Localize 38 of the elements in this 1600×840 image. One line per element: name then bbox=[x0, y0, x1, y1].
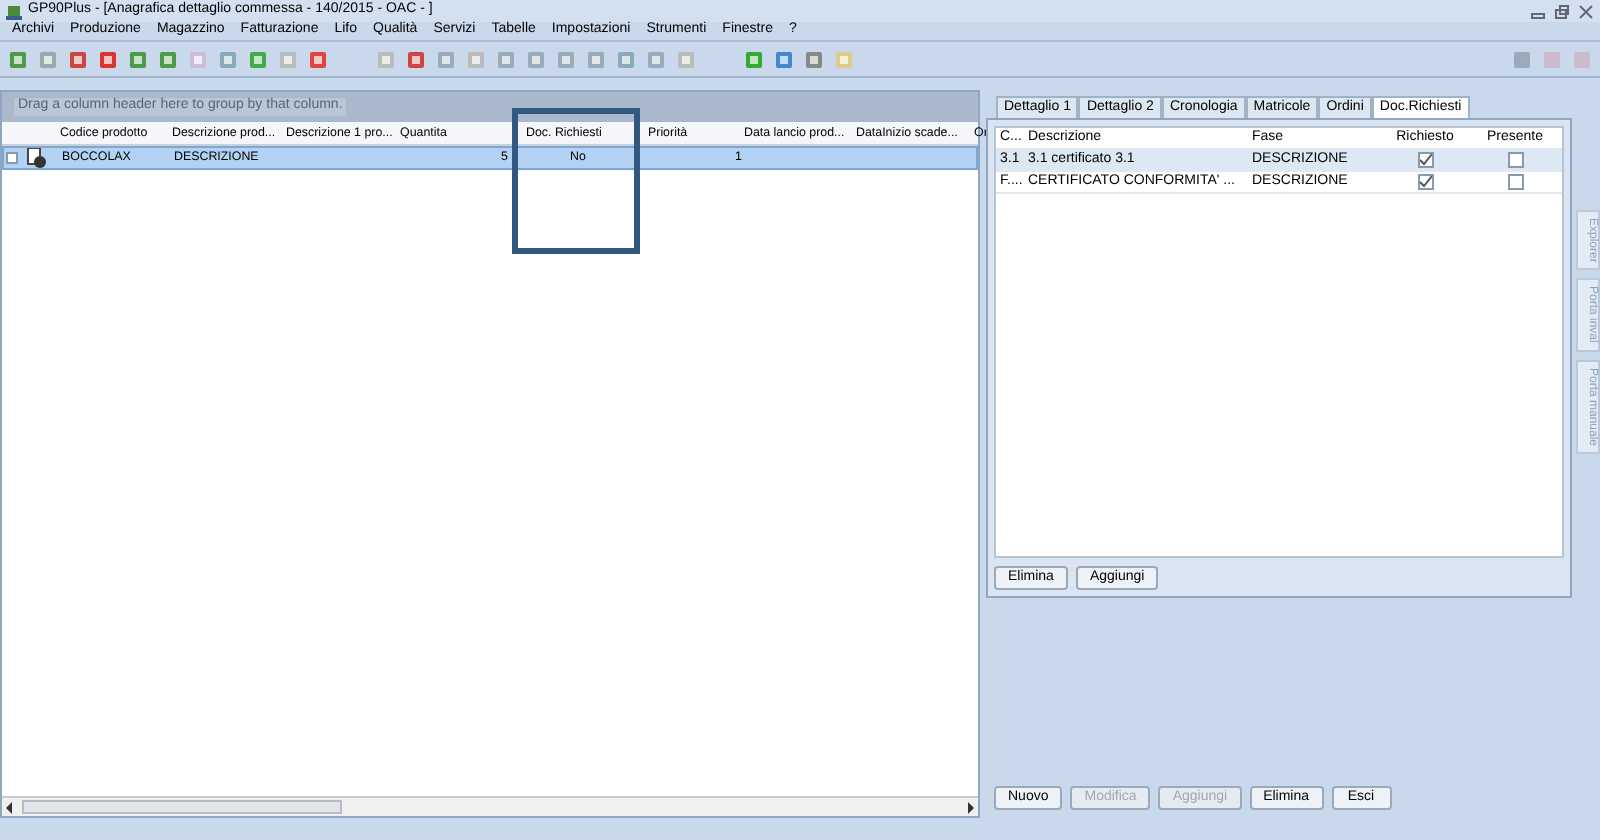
toolbar-button[interactable] bbox=[584, 47, 608, 71]
restore-icon[interactable] bbox=[1554, 3, 1570, 19]
close-icon[interactable] bbox=[1578, 3, 1594, 19]
toolbar-button[interactable] bbox=[126, 47, 150, 71]
toolbar-button[interactable] bbox=[404, 47, 428, 71]
checkbox[interactable] bbox=[1507, 174, 1523, 190]
toolbar-button[interactable] bbox=[524, 47, 548, 71]
toolbar-button[interactable] bbox=[1510, 47, 1534, 71]
toolbar-button[interactable] bbox=[434, 47, 458, 71]
toolbar-button[interactable] bbox=[464, 47, 488, 71]
scroll-left-icon[interactable] bbox=[2, 799, 18, 815]
toolbar-button[interactable] bbox=[614, 47, 638, 71]
toolbar-button[interactable] bbox=[802, 47, 826, 71]
row-checkbox[interactable] bbox=[6, 152, 18, 164]
scroll-right-icon[interactable] bbox=[962, 799, 978, 815]
toolbar-button[interactable] bbox=[832, 47, 856, 71]
toolbar-button[interactable] bbox=[374, 47, 398, 71]
toolbar-button[interactable] bbox=[96, 47, 120, 71]
toolbar-button[interactable] bbox=[156, 47, 180, 71]
toolbar-button[interactable] bbox=[674, 47, 698, 71]
toolbar-button[interactable] bbox=[246, 47, 270, 71]
toolbar-button[interactable] bbox=[306, 47, 330, 71]
checkbox[interactable] bbox=[1507, 152, 1523, 168]
scrollbar-thumb[interactable] bbox=[22, 800, 342, 814]
app-icon bbox=[6, 3, 22, 19]
toolbar-button[interactable] bbox=[554, 47, 578, 71]
toolbar-button[interactable] bbox=[66, 47, 90, 71]
toolbar-button[interactable] bbox=[772, 47, 796, 71]
toolbar-button[interactable] bbox=[742, 47, 766, 71]
toolbar-button[interactable] bbox=[494, 47, 518, 71]
checkbox[interactable] bbox=[1417, 174, 1433, 190]
toolbar-button[interactable] bbox=[216, 47, 240, 71]
toolbar-button[interactable] bbox=[36, 47, 60, 71]
toolbar-button[interactable] bbox=[186, 47, 210, 71]
toolbar-button[interactable] bbox=[276, 47, 300, 71]
checkbox[interactable] bbox=[1417, 152, 1433, 168]
toolbar-button[interactable] bbox=[6, 47, 30, 71]
toolbar-button[interactable] bbox=[644, 47, 668, 71]
